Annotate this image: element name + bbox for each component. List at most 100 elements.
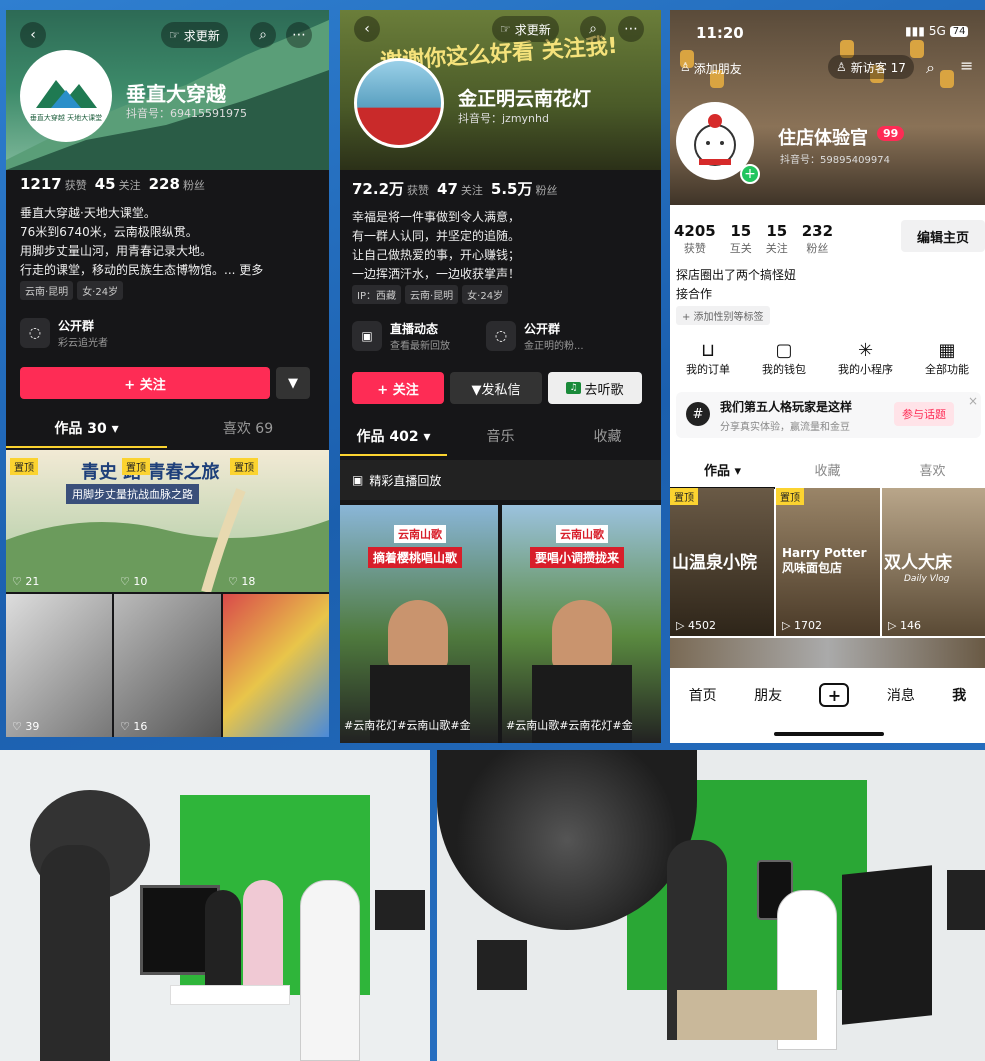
like-count: ♡ 39 bbox=[12, 720, 40, 733]
video-thumbnail[interactable]: ♡ 39 bbox=[6, 594, 112, 737]
status-bar-icons: ▮▮▮ 5G 74 bbox=[905, 24, 969, 38]
music-app-icon: ♫ bbox=[566, 382, 581, 394]
stat-fans[interactable]: 232 粉丝 bbox=[802, 222, 833, 256]
search-button[interactable]: ⌕ bbox=[250, 22, 276, 48]
profile-panel-1: ‹ ☞ 求更新 ⌕ ⋯ 垂直大穿越 天地大课堂 垂直大穿越 抖音号：6941559… bbox=[6, 10, 329, 737]
public-group-entry[interactable]: ◌ 公开群 金正明的粉... bbox=[486, 316, 616, 356]
hand-icon: ☞ bbox=[169, 28, 180, 42]
profile-name: 金正明云南花灯 bbox=[458, 88, 592, 110]
location-tag: 云南·昆明 bbox=[404, 285, 459, 304]
close-icon[interactable]: × bbox=[968, 394, 978, 408]
add-friend-button[interactable]: ♙ 添加朋友 bbox=[680, 60, 742, 77]
bio: 垂直大穿越·天地大课堂。 76米到6740米，云南极限纵贯。 用脚步丈量山河，用… bbox=[20, 204, 320, 280]
content-tabs: 作品 ▾ 收藏 喜欢 bbox=[670, 460, 985, 489]
menu-icon[interactable]: ≡ bbox=[960, 56, 973, 75]
banner-title: 青史 路 青春之旅 bbox=[81, 462, 220, 483]
person-figure bbox=[243, 880, 283, 1000]
tab-likes[interactable]: 喜欢 69 bbox=[167, 418, 329, 448]
content-tabs: 作品 402 ▾ 音乐 收藏 bbox=[340, 426, 661, 456]
listen-music-button[interactable]: ♫ 去听歌 bbox=[548, 372, 642, 404]
new-visitors-button[interactable]: ♙ 新访客 17 bbox=[828, 55, 914, 79]
following-count[interactable]: 45 bbox=[95, 175, 116, 193]
request-update-button[interactable]: ☞ 求更新 bbox=[161, 22, 228, 48]
avatar[interactable]: 垂直大穿越 天地大课堂 bbox=[20, 50, 112, 142]
nav-home[interactable]: 首页 bbox=[689, 685, 717, 705]
like-count: ♡ 10 bbox=[120, 575, 148, 588]
my-orders-button[interactable]: ⊔ 我的订单 bbox=[686, 340, 730, 377]
tab-music[interactable]: 音乐 bbox=[447, 426, 554, 456]
send-message-button[interactable]: ▼发私信 bbox=[450, 372, 542, 404]
profile-panel-2: 谢谢你这么好看 关注我! ‹ ☞ 求更新 ⌕ ⋯ 金正明云南花灯 抖音号：jzmy… bbox=[340, 10, 661, 743]
all-functions-button[interactable]: ▦ 全部功能 bbox=[925, 340, 969, 377]
like-count: ♡ 21 bbox=[12, 575, 40, 588]
person-figure bbox=[40, 845, 110, 1061]
public-group-entry[interactable]: ◌ 公开群 彩云追光者 bbox=[20, 313, 150, 353]
video-thumbnail-row[interactable] bbox=[670, 638, 985, 668]
follow-button[interactable]: + 关注 bbox=[352, 372, 444, 404]
follow-button[interactable]: + 关注 bbox=[20, 367, 270, 399]
bear-avatar-icon bbox=[694, 114, 736, 166]
video-thumbnail[interactable] bbox=[223, 594, 329, 737]
logo-text: 垂直大穿越 天地大课堂 bbox=[29, 113, 103, 122]
video-thumbnail[interactable]: 云南山歌 摘着樱桃唱山歌 #云南花灯#云南山歌#金 bbox=[340, 505, 498, 743]
more-icon: ⋯ bbox=[624, 21, 638, 37]
tv-icon: ▣ bbox=[352, 321, 382, 351]
search-button[interactable]: ⌕ bbox=[580, 16, 606, 42]
nav-me[interactable]: 我 bbox=[952, 685, 966, 705]
video-title: 摘着樱桃唱山歌 bbox=[368, 547, 463, 568]
pinned-banner-thumbnails[interactable]: 青史 路 青春之旅 用脚步丈量抗战血脉之路 置顶 置顶 置顶 ♡ 21 ♡ 10… bbox=[6, 450, 329, 592]
douyin-id: 抖音号：69415591975 bbox=[126, 107, 247, 120]
edit-profile-button[interactable]: 编辑主页 bbox=[901, 220, 985, 252]
nav-friends[interactable]: 朋友 bbox=[754, 685, 782, 705]
tv-icon: ▣ bbox=[352, 473, 364, 487]
mini-programs-button[interactable]: ✳ 我的小程序 bbox=[838, 340, 893, 377]
video-overlay-text: Harry Potter 风味面包店 bbox=[782, 546, 867, 575]
video-thumbnail[interactable]: 云南山歌 要唱小调攒拢来 #云南山歌#云南花灯#金 bbox=[502, 505, 661, 743]
chevron-left-icon: ‹ bbox=[364, 21, 370, 37]
more-button[interactable]: ⋯ bbox=[618, 16, 644, 42]
tab-works[interactable]: 作品 30 ▾ bbox=[6, 418, 167, 448]
gender-age-tag: 女·24岁 bbox=[462, 285, 509, 304]
douyin-id: 抖音号：jzmynhd bbox=[458, 112, 549, 125]
chevron-left-icon: ‹ bbox=[30, 27, 36, 43]
video-thumbnail[interactable]: 置顶 Harry Potter 风味面包店 ▷ 1702 bbox=[776, 488, 880, 636]
topic-card[interactable]: # 我们第五人格玩家是这样 分享真实体验，赢流量和金豆 参与话题 × bbox=[676, 392, 981, 438]
own-profile-panel: 11:20 ▮▮▮ 5G 74 ♙ 添加朋友 ♙ 新访客 17 ⌕ ≡ + 住店体验官 … bbox=[670, 10, 985, 743]
live-updates-entry[interactable]: ▣ 直播动态 查看最新回放 bbox=[352, 316, 482, 356]
bio-more-link[interactable]: 行走的课堂，移动的民族生态博物馆。... 更多 bbox=[20, 261, 320, 280]
back-button[interactable]: ‹ bbox=[354, 16, 380, 42]
pinned-badge: 置顶 bbox=[122, 458, 150, 475]
fans-count[interactable]: 228 bbox=[149, 175, 180, 193]
nav-messages[interactable]: 消息 bbox=[887, 685, 915, 705]
add-story-button[interactable]: + bbox=[740, 164, 760, 184]
stat-mutual[interactable]: 15 互关 bbox=[730, 222, 752, 256]
add-tag-button[interactable]: + 添加性别等标签 bbox=[676, 306, 770, 325]
dropdown-button[interactable]: ▼ bbox=[276, 367, 310, 399]
search-icon[interactable]: ⌕ bbox=[926, 58, 935, 78]
stat-following[interactable]: 15 关注 bbox=[766, 222, 788, 256]
following-count[interactable]: 47 bbox=[437, 180, 458, 198]
more-button[interactable]: ⋯ bbox=[286, 22, 312, 48]
video-thumbnail[interactable]: 双人大床 Daily Vlog ▷ 146 bbox=[882, 488, 985, 636]
create-button[interactable]: + bbox=[819, 683, 850, 707]
request-update-button[interactable]: ☞ 求更新 bbox=[492, 16, 559, 42]
monitor bbox=[842, 865, 932, 1025]
bio: 探店圈出了两个搞怪妞 接合作 bbox=[676, 268, 797, 301]
hand-icon: ☞ bbox=[500, 22, 511, 36]
video-thumbnail[interactable]: ♡ 16 bbox=[114, 594, 221, 737]
avatar[interactable] bbox=[354, 58, 444, 148]
tab-works[interactable]: 作品 402 ▾ bbox=[340, 426, 447, 456]
triangle-down-icon: ▼ bbox=[288, 375, 298, 391]
my-wallet-button[interactable]: ▢ 我的钱包 bbox=[762, 340, 806, 377]
tab-likes[interactable]: 喜欢 bbox=[880, 460, 985, 489]
fans-count[interactable]: 5.5万 bbox=[491, 180, 533, 198]
tab-works[interactable]: 作品 ▾ bbox=[670, 460, 775, 489]
video-thumbnail[interactable]: 置顶 山温泉小院 ▷ 4502 bbox=[670, 488, 774, 636]
live-replay-bar[interactable]: ▣ 精彩直播回放 bbox=[340, 460, 661, 500]
video-caption: #云南山歌#云南花灯#金 bbox=[506, 719, 633, 732]
tab-favorites[interactable]: 收藏 bbox=[554, 426, 661, 456]
tab-favorites[interactable]: 收藏 bbox=[775, 460, 880, 489]
join-topic-button[interactable]: 参与话题 bbox=[894, 402, 954, 426]
grid-icon: ▦ bbox=[938, 340, 956, 361]
back-button[interactable]: ‹ bbox=[20, 22, 46, 48]
